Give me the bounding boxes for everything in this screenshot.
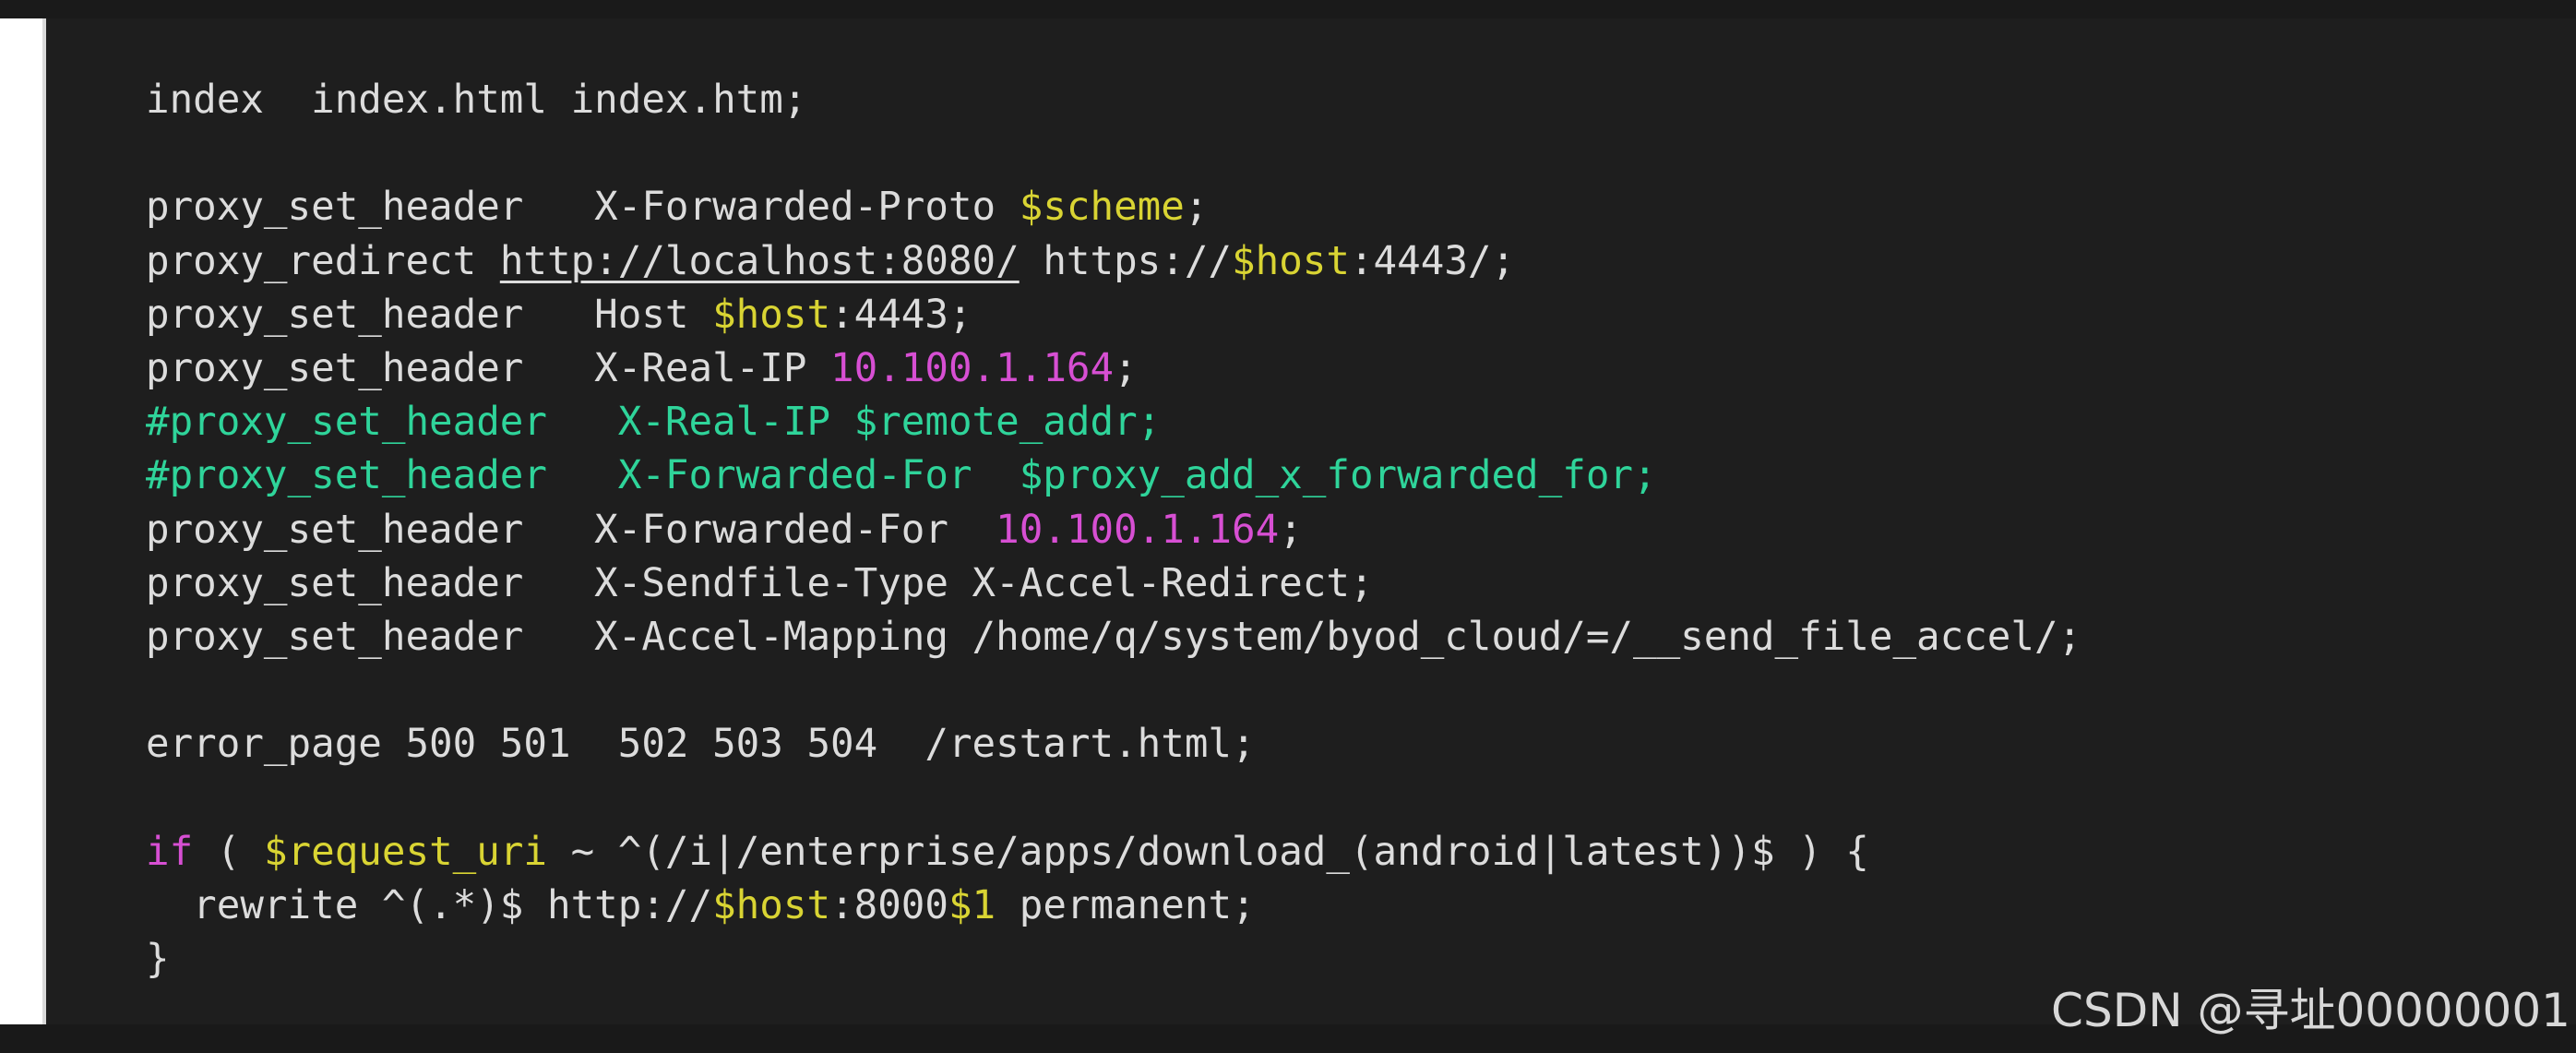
code-line: proxy_set_header X-Real-IP 10.100.1.164; bbox=[146, 342, 2081, 396]
code-line: proxy_set_header Host $host:4443; bbox=[146, 289, 2081, 342]
code-line: proxy_set_header X-Forwarded-Proto $sche… bbox=[146, 181, 2081, 234]
keyword-token: if bbox=[146, 829, 194, 875]
code-text: ( bbox=[193, 829, 264, 875]
code-text: proxy_set_header X-Forwarded-Proto bbox=[146, 185, 1020, 231]
code-line: } bbox=[146, 933, 2081, 987]
code-text: proxy_set_header X-Forwarded-For bbox=[146, 507, 996, 553]
code-text: ~ ^(/i|/enterprise/apps/download_(androi… bbox=[547, 829, 1869, 875]
comment-token: #proxy_set_header X-Real-IP $remote_addr… bbox=[146, 400, 1162, 446]
code-text: proxy_set_header X-Accel-Mapping /home/q… bbox=[146, 614, 2082, 660]
variable-token: $host bbox=[712, 292, 831, 338]
code-text: proxy_set_header X-Real-IP bbox=[146, 345, 831, 391]
variable-token: $host bbox=[1232, 238, 1350, 284]
code-block: index index.html index.htm; proxy_set_he… bbox=[146, 74, 2081, 987]
code-text: :4443/; bbox=[1349, 238, 1516, 284]
code-line: error_page 500 501 502 503 504 /restart.… bbox=[146, 718, 2081, 772]
variable-token: $scheme bbox=[1019, 185, 1185, 231]
code-line: if ( $request_uri ~ ^(/i|/enterprise/app… bbox=[146, 826, 2081, 879]
code-text: ; bbox=[1114, 345, 1138, 391]
code-text: rewrite ^(.*)$ http:// bbox=[146, 882, 713, 928]
code-text: } bbox=[146, 937, 170, 982]
url-link[interactable]: http://localhost:8080/ bbox=[500, 239, 1020, 284]
left-panel-edge bbox=[0, 18, 46, 1047]
code-text: proxy_set_header Host bbox=[146, 292, 713, 338]
variable-token: $host bbox=[712, 882, 831, 928]
code-text: proxy_set_header X-Sendfile-Type X-Accel… bbox=[146, 560, 1374, 606]
code-line: proxy_set_header X-Forwarded-For 10.100.… bbox=[146, 504, 2081, 557]
top-edge bbox=[0, 0, 2576, 18]
code-text: :8000 bbox=[830, 882, 948, 928]
code-text: :4443; bbox=[830, 292, 972, 338]
code-text: ; bbox=[1184, 185, 1209, 231]
code-text: permanent; bbox=[996, 882, 1256, 928]
code-line: #proxy_set_header X-Real-IP $remote_addr… bbox=[146, 396, 2081, 449]
comment-token: #proxy_set_header X-Forwarded-For $proxy… bbox=[146, 453, 1657, 499]
code-text: index index.html index.htm; bbox=[146, 78, 807, 123]
code-line: rewrite ^(.*)$ http://$host:8000$1 perma… bbox=[146, 879, 2081, 933]
code-text: proxy_redirect bbox=[146, 238, 500, 284]
code-text: ; bbox=[1279, 507, 1303, 553]
code-line: index index.html index.htm; bbox=[146, 74, 2081, 127]
code-line: proxy_set_header X-Accel-Mapping /home/q… bbox=[146, 611, 2081, 664]
code-text: https:// bbox=[1019, 238, 1233, 284]
code-line: proxy_redirect http://localhost:8080/ ht… bbox=[146, 235, 2081, 289]
ip-address-token: 10.100.1.164 bbox=[830, 345, 1115, 391]
code-editor[interactable]: index index.html index.htm; proxy_set_he… bbox=[46, 18, 2576, 1047]
variable-token: $request_uri bbox=[263, 829, 547, 875]
variable-token: $1 bbox=[948, 882, 996, 928]
watermark: CSDN @寻址00000001 bbox=[2051, 984, 2570, 1037]
ip-address-token: 10.100.1.164 bbox=[996, 507, 1280, 553]
code-text: error_page 500 501 502 503 504 /restart.… bbox=[146, 722, 1256, 768]
code-line: proxy_set_header X-Sendfile-Type X-Accel… bbox=[146, 557, 2081, 611]
code-line: #proxy_set_header X-Forwarded-For $proxy… bbox=[146, 449, 2081, 503]
